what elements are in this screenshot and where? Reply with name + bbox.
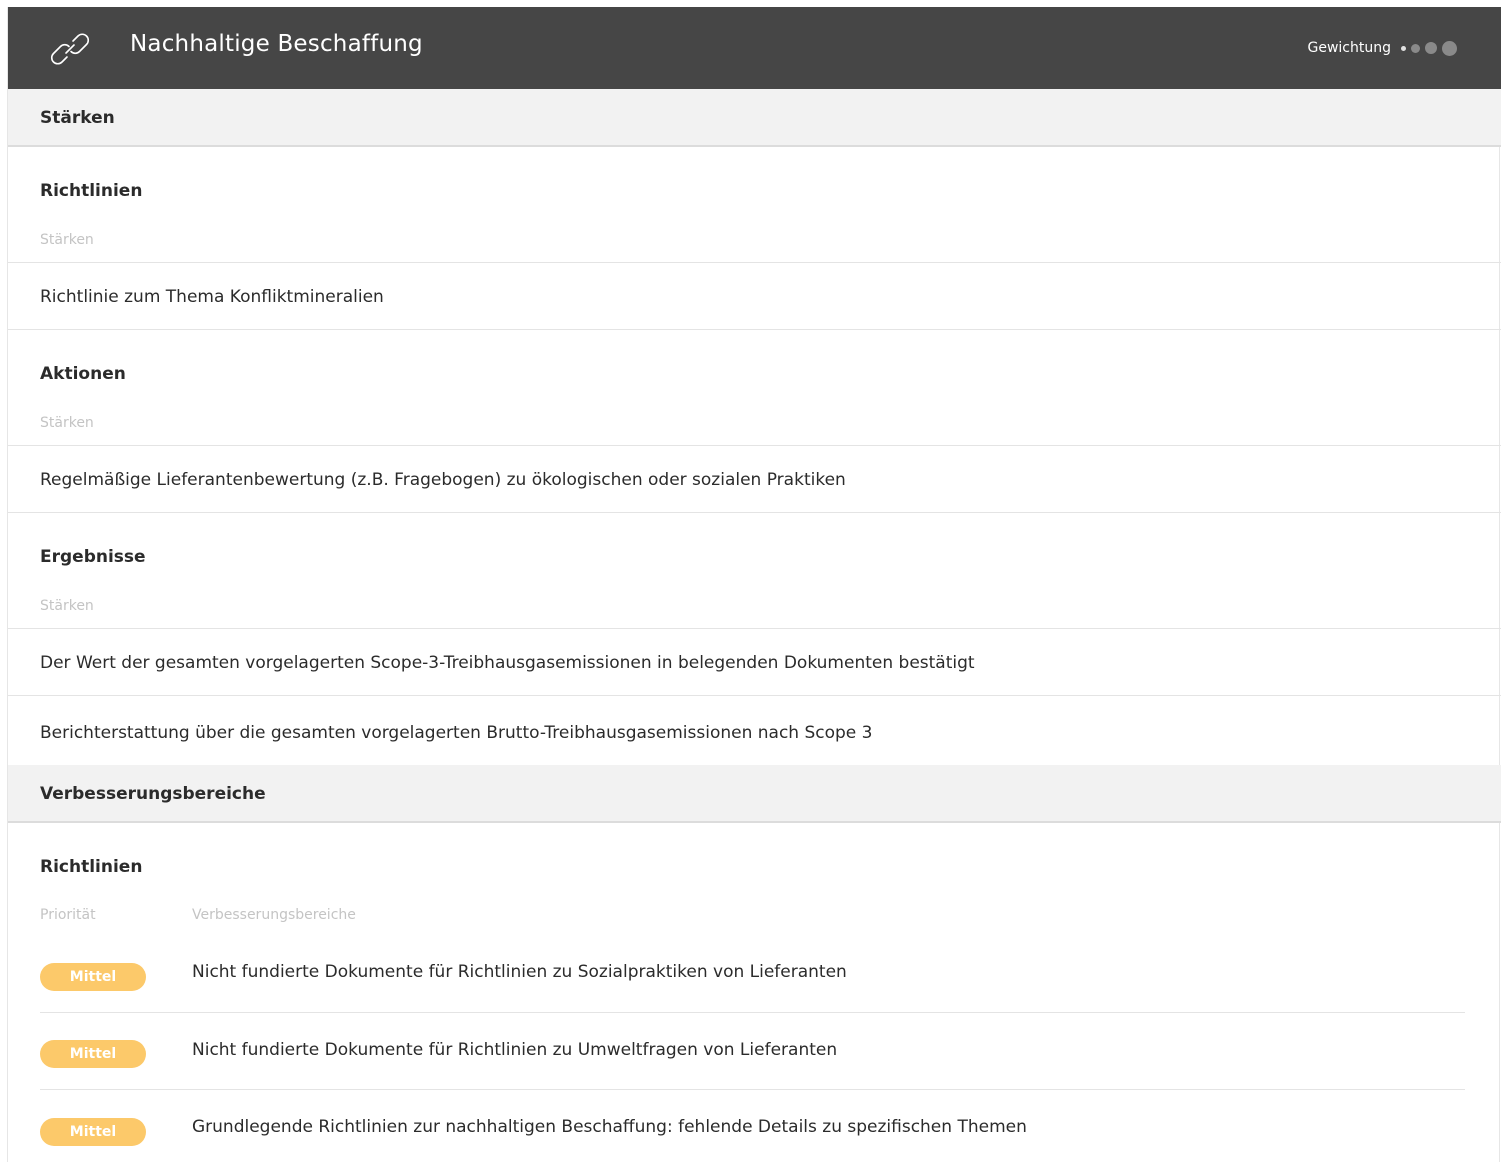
section-title: Verbesserungsbereiche — [40, 784, 266, 804]
column-label-strengths: Stärken — [40, 232, 94, 248]
weighting-indicator: Gewichtung — [1307, 40, 1457, 56]
divider — [40, 1012, 1465, 1013]
strength-item: Berichterstattung über die gesamten vorg… — [40, 723, 873, 743]
column-label-strengths: Stärken — [40, 598, 94, 614]
column-label-priority: Priorität — [40, 907, 96, 923]
card-header: Nachhaltige Beschaffung Gewichtung — [8, 7, 1501, 89]
weighting-dot-active — [1401, 45, 1406, 51]
assessment-card: Nachhaltige Beschaffung Gewichtung Stärk… — [7, 7, 1501, 1162]
divider — [8, 262, 1501, 263]
divider — [8, 628, 1501, 629]
divider — [8, 329, 1501, 330]
priority-badge: Mittel — [40, 1118, 146, 1146]
weighting-dot — [1411, 43, 1420, 53]
link-icon — [51, 33, 89, 65]
column-label-improvement-area: Verbesserungsbereiche — [192, 907, 356, 923]
weighting-dot — [1425, 42, 1437, 54]
improvement-item: Grundlegende Richtlinien zur nachhaltige… — [192, 1117, 1027, 1137]
priority-badge: Mittel — [40, 1040, 146, 1068]
divider — [40, 1089, 1465, 1090]
group-title-actions: Aktionen — [40, 364, 126, 384]
weighting-dots — [1401, 40, 1457, 56]
divider — [8, 512, 1501, 513]
improvement-item: Nicht fundierte Dokumente für Richtlinie… — [192, 962, 847, 982]
section-title: Stärken — [40, 108, 115, 128]
divider — [8, 695, 1501, 696]
improvement-item: Nicht fundierte Dokumente für Richtlinie… — [192, 1040, 838, 1060]
section-strengths-header: Stärken — [8, 89, 1501, 147]
group-title-results: Ergebnisse — [40, 547, 146, 567]
group-title-policies: Richtlinien — [40, 181, 143, 201]
strength-item: Der Wert der gesamten vorgelagerten Scop… — [40, 653, 975, 673]
weighting-label: Gewichtung — [1307, 40, 1392, 56]
group-title-policies: Richtlinien — [40, 857, 143, 877]
column-label-strengths: Stärken — [40, 415, 94, 431]
page-title: Nachhaltige Beschaffung — [130, 31, 423, 57]
strength-item: Richtlinie zum Thema Konfliktmineralien — [40, 287, 384, 307]
priority-badge: Mittel — [40, 963, 146, 991]
section-improvements-header: Verbesserungsbereiche — [8, 765, 1501, 823]
strength-item: Regelmäßige Lieferantenbewertung (z.B. F… — [40, 470, 846, 490]
weighting-dot — [1442, 40, 1457, 56]
divider — [8, 445, 1501, 446]
